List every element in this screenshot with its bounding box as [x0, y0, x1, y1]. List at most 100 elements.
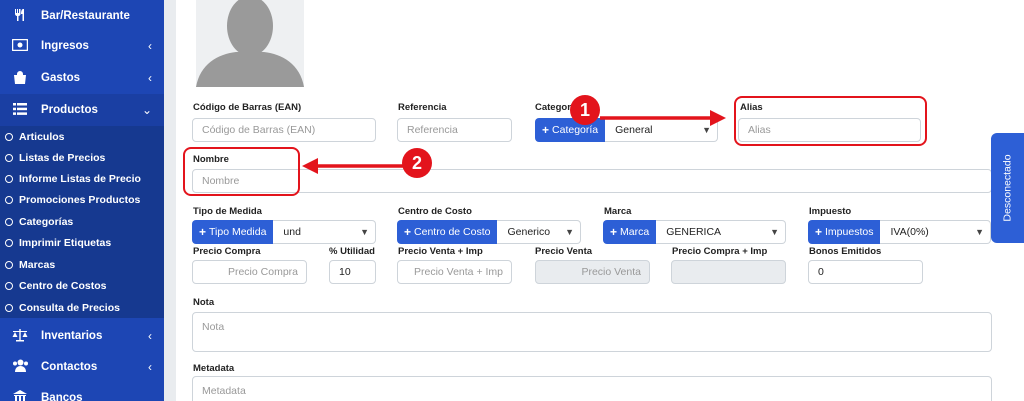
alias-highlight-box: [734, 96, 927, 146]
tipo-medida-group: + Tipo Medida und ▼: [192, 220, 376, 244]
submenu-label: Consulta de Precios: [19, 301, 120, 314]
select-value: IVA(0%): [890, 226, 929, 238]
sidebar-item-ingresos[interactable]: Ingresos ‹: [0, 30, 164, 62]
circle-icon: [5, 174, 13, 183]
sidebar-item-label: Inventarios: [41, 330, 103, 342]
select-value: General: [615, 124, 653, 136]
marca-select[interactable]: GENERICA ▼: [656, 220, 786, 244]
circle-icon: [5, 195, 13, 204]
submenu-label: Marcas: [19, 258, 56, 271]
chevron-down-icon: ▼: [565, 227, 574, 237]
categoria-label: Categor: [535, 102, 571, 113]
plus-icon: +: [610, 225, 618, 239]
precio-venta-imp-input[interactable]: Precio Venta + Imp: [397, 260, 512, 284]
bonos-input[interactable]: 0: [808, 260, 923, 284]
button-label: Categoría: [552, 124, 599, 136]
submenu-label: Informe Listas de Precio: [19, 172, 141, 185]
sidebar-item-label: Contactos: [41, 361, 98, 373]
submenu-label: Promociones Productos: [19, 193, 141, 206]
sidebar-item-gastos[interactable]: Gastos ‹: [0, 62, 164, 94]
select-value: Generico: [507, 226, 551, 238]
circle-icon: [5, 238, 13, 247]
tipo-medida-label: Tipo de Medida: [193, 206, 262, 217]
sidebar-item-label: Productos: [41, 104, 98, 116]
button-label: Impuestos: [825, 226, 874, 238]
submenu-label: Articulos: [19, 130, 65, 143]
chevron-down-icon: ▼: [975, 227, 984, 237]
nombre-input[interactable]: Nombre: [192, 169, 992, 193]
product-avatar[interactable]: [196, 0, 304, 87]
sidebar-item-bancos[interactable]: Bancos: [0, 382, 164, 401]
chevron-left-icon: ‹: [148, 71, 152, 85]
tipo-medida-select[interactable]: und ▼: [273, 220, 376, 244]
submenu-item-imprimir-etiquetas[interactable]: Imprimir Etiquetas: [0, 232, 164, 253]
sidebar: Bar/Restaurante Ingresos ‹ Gastos ‹ Prod…: [0, 0, 164, 401]
submenu-item-articulos[interactable]: Articulos: [0, 126, 164, 147]
submenu-label: Imprimir Etiquetas: [19, 236, 112, 249]
centro-costo-label: Centro de Costo: [398, 206, 472, 217]
chevron-down-icon: ▼: [360, 227, 369, 237]
chevron-down-icon: ⌄: [141, 103, 152, 117]
ean-input[interactable]: Código de Barras (EAN): [192, 118, 376, 142]
submenu-label: Categorías: [19, 215, 74, 228]
submenu-item-consulta-precios[interactable]: Consulta de Precios: [0, 297, 164, 318]
precio-compra-input[interactable]: Precio Compra: [192, 260, 307, 284]
circle-icon: [5, 217, 13, 226]
nota-label: Nota: [193, 297, 215, 308]
submenu-item-informe-listas[interactable]: Informe Listas de Precio: [0, 168, 164, 189]
ean-label: Código de Barras (EAN): [193, 102, 302, 113]
submenu-item-categorias[interactable]: Categorías: [0, 211, 164, 232]
fork-knife-icon: [11, 8, 29, 25]
add-centro-costo-button[interactable]: + Centro de Costo: [397, 220, 498, 244]
submenu-item-marcas[interactable]: Marcas: [0, 254, 164, 275]
categoria-select[interactable]: General ▼: [605, 118, 718, 142]
centro-costo-select[interactable]: Generico ▼: [497, 220, 581, 244]
sidebar-item-bar-restaurante[interactable]: Bar/Restaurante: [0, 0, 164, 32]
precio-compra-imp-label: Precio Compra + Imp: [672, 246, 768, 257]
select-value: und: [283, 226, 301, 238]
sidebar-item-label: Bar/Restaurante: [41, 10, 130, 22]
precio-compra-label: Precio Compra: [193, 246, 261, 257]
add-categoria-button[interactable]: + Categoría: [535, 118, 606, 142]
circle-icon: [5, 303, 13, 312]
submenu-item-promociones[interactable]: Promociones Productos: [0, 189, 164, 210]
precio-venta-label: Precio Venta: [535, 246, 593, 257]
referencia-input[interactable]: Referencia: [397, 118, 512, 142]
utilidad-input[interactable]: 10: [329, 260, 376, 284]
circle-icon: [5, 153, 13, 162]
chevron-left-icon: ‹: [148, 39, 152, 53]
annotation-marker-2: 2: [402, 148, 432, 178]
sidebar-item-label: Bancos: [41, 392, 83, 401]
add-tipo-medida-button[interactable]: + Tipo Medida: [192, 220, 274, 244]
sidebar-item-productos[interactable]: Productos ⌄: [0, 94, 164, 126]
connection-status-tab[interactable]: Desconectado: [991, 133, 1024, 243]
metadata-label: Metadata: [193, 363, 235, 374]
select-value: GENERICA: [666, 226, 722, 238]
submenu-label: Listas de Precios: [19, 151, 106, 164]
productos-submenu: Articulos Listas de Precios Informe List…: [0, 126, 164, 318]
button-label: Marca: [620, 226, 650, 238]
sidebar-item-contactos[interactable]: Contactos ‹: [0, 351, 164, 383]
nota-textarea[interactable]: Nota: [192, 312, 992, 352]
impuesto-group: + Impuestos IVA(0%) ▼: [808, 220, 991, 244]
button-label: Tipo Medida: [209, 226, 267, 238]
submenu-item-listas-precios[interactable]: Listas de Precios: [0, 147, 164, 168]
shopping-bag-icon: [11, 70, 29, 87]
button-label: Centro de Costo: [414, 226, 491, 238]
submenu-item-centro-costos[interactable]: Centro de Costos: [0, 275, 164, 296]
avatar-silhouette-icon: [196, 0, 304, 87]
metadata-textarea[interactable]: Metadata: [192, 376, 992, 401]
impuesto-select[interactable]: IVA(0%) ▼: [880, 220, 991, 244]
precio-compra-imp-input: [671, 260, 786, 284]
add-impuesto-button[interactable]: + Impuestos: [808, 220, 881, 244]
add-marca-button[interactable]: + Marca: [603, 220, 657, 244]
sidebar-item-inventarios[interactable]: Inventarios ‹: [0, 320, 164, 352]
annotation-marker-1: 1: [570, 95, 600, 125]
chevron-down-icon: ▼: [702, 125, 711, 135]
circle-icon: [5, 281, 13, 290]
utilidad-label: % Utilidad: [329, 246, 375, 257]
bank-icon: [11, 389, 29, 401]
plus-icon: +: [542, 123, 550, 137]
sidebar-item-label: Gastos: [41, 72, 80, 84]
circle-icon: [5, 260, 13, 269]
